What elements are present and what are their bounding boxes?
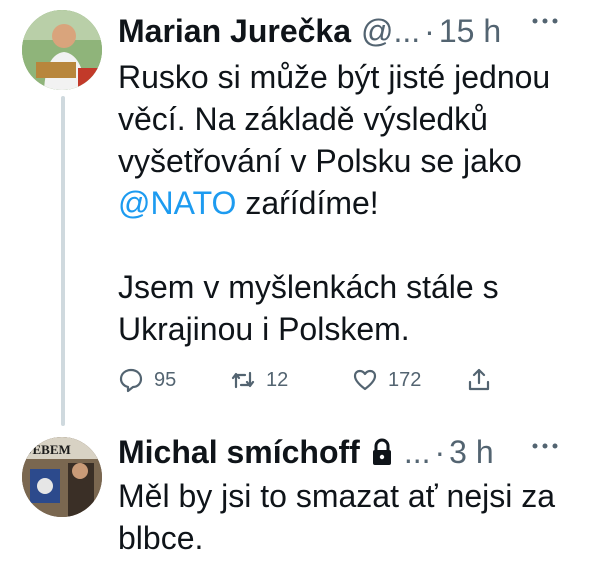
retweet-icon [231, 371, 255, 389]
author-handle[interactable]: ... [404, 431, 431, 473]
tweet-paragraph-2: Jsem v myšlenkách stále s Ukrajinou i Po… [118, 269, 499, 347]
avatar-photo-icon: JEBEM [22, 437, 102, 517]
avatar-michal[interactable]: JEBEM [22, 437, 102, 517]
retweet-count: 12 [266, 368, 289, 391]
like-button[interactable]: 172 [352, 367, 421, 393]
tweet-paragraph-1: Rusko si může být jisté jednou věcí. Na … [118, 56, 588, 224]
separator-dot: · [434, 434, 446, 470]
share-icon [468, 368, 490, 391]
action-bar: 95 12 172 [118, 362, 498, 398]
reply-icon [119, 368, 143, 393]
timestamp[interactable]: 15 h [439, 10, 501, 52]
avatar-marian[interactable] [22, 10, 102, 90]
like-count: 172 [388, 368, 422, 391]
tweet-body: Měl by jsi to smazat ať nejsi za blbce. [118, 475, 588, 559]
avatar-photo-icon [22, 10, 102, 90]
share-button[interactable] [466, 367, 492, 393]
timestamp[interactable]: 3 h [449, 431, 493, 473]
more-options-icon[interactable] [530, 441, 560, 451]
lock-icon [372, 438, 391, 465]
tweet-text-2: zaŕídíme! [236, 185, 379, 221]
author-name[interactable]: Michal smíchoff [118, 431, 360, 473]
author-handle[interactable]: @... [361, 10, 420, 52]
avatar-label: JEBEM [26, 442, 71, 457]
tweet-body: Rusko si může být jisté jednou věcí. Na … [118, 56, 588, 350]
heart-icon [353, 369, 377, 391]
more-options-icon[interactable] [530, 16, 560, 26]
thread-line [61, 96, 65, 426]
retweet-button[interactable]: 12 [230, 367, 288, 393]
author-name[interactable]: Marian Jurečka [118, 10, 351, 52]
tweet-header: Michal smíchoff ... · 3 h [118, 431, 494, 473]
tweet-marian[interactable]: Marian Jurečka @... · 15 h Rusko si může… [0, 0, 600, 426]
separator-dot: · [424, 13, 435, 49]
tweet-header: Marian Jurečka @... · 15 h [118, 10, 501, 52]
tweet-michal[interactable]: JEBEM Michal smíchoff ... · 3 h Měl by j… [0, 415, 600, 575]
tweet-text: Měl by jsi to smazat ať nejsi za blbce. [118, 478, 556, 556]
reply-count: 95 [154, 368, 177, 391]
mention-link[interactable]: @NATO [118, 185, 236, 221]
reply-button[interactable]: 95 [118, 367, 176, 393]
tweet-text-1: Rusko si může být jisté jednou věcí. Na … [118, 59, 551, 179]
